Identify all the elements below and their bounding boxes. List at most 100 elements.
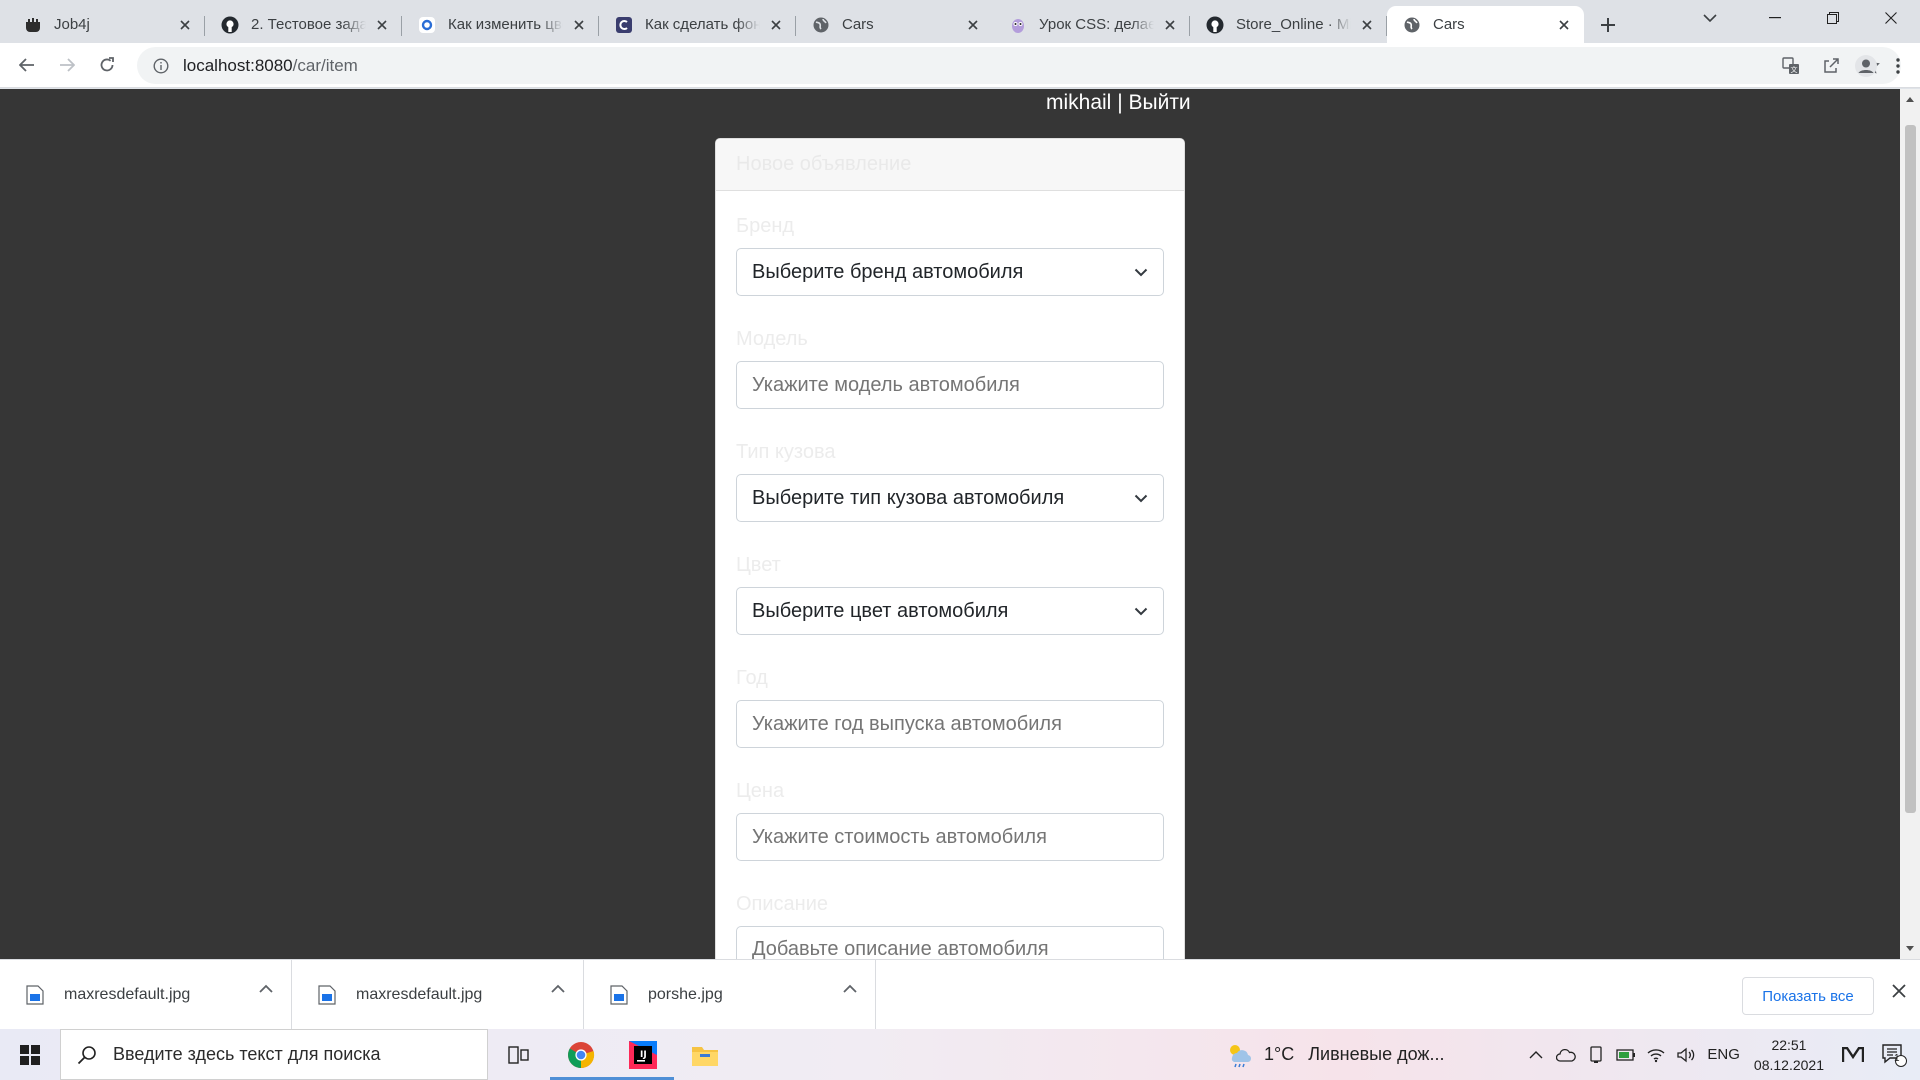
chevron-up-icon[interactable] [259, 984, 273, 994]
tab-cars[interactable]: Cars [796, 6, 993, 43]
url-text: localhost:8080/car/item [183, 56, 358, 76]
model-placeholder: Укажите модель автомобиля [752, 373, 1020, 396]
tab-title: Как сделать фон [645, 16, 760, 33]
taskbar-file-explorer[interactable] [674, 1029, 736, 1080]
device-button[interactable] [1581, 1029, 1611, 1080]
forward-button[interactable] [47, 47, 87, 83]
description-textarea[interactable]: Добавьте описание автомобиля [736, 926, 1164, 959]
action-center-button[interactable]: 1 [1868, 1029, 1920, 1080]
tab-github-test[interactable]: 2. Тестовое задание [205, 6, 402, 43]
tab-job4j[interactable]: Job4j [8, 6, 205, 43]
close-window-button[interactable] [1862, 0, 1920, 36]
profile-button[interactable] [1848, 48, 1884, 84]
weather-temp: 1°C [1264, 1044, 1295, 1064]
color-select[interactable]: Выберите цвет автомобиля [736, 587, 1164, 635]
close-icon[interactable] [1357, 15, 1377, 35]
scrollbar-thumb[interactable] [1905, 125, 1916, 813]
tray-overflow-button[interactable] [1521, 1029, 1551, 1080]
tab-store-online[interactable]: Store_Online · Mi [1190, 6, 1387, 43]
username: mikhail [1046, 91, 1112, 114]
scroll-up-icon[interactable] [1905, 95, 1915, 103]
tab-kak-sdelat[interactable]: Как сделать фон [599, 6, 796, 43]
chevron-up-icon[interactable] [551, 984, 565, 994]
close-icon[interactable] [963, 15, 983, 35]
chevron-down-icon [1134, 494, 1148, 503]
chevron-up-icon[interactable] [843, 984, 857, 994]
weather-text: Ливневые дож... [1308, 1044, 1445, 1064]
reload-button[interactable] [87, 47, 127, 83]
c-icon [615, 16, 633, 34]
close-icon[interactable] [1892, 984, 1906, 998]
user-bar: mikhail | Выйти [1046, 91, 1191, 115]
language-indicator[interactable]: ENG [1707, 1046, 1740, 1063]
rain-cloud-icon [1230, 1044, 1252, 1067]
clock[interactable]: 22:51 08.12.2021 [1754, 1035, 1824, 1075]
close-icon[interactable] [569, 15, 589, 35]
volume-button[interactable] [1671, 1029, 1701, 1080]
year-placeholder: Укажите год выпуска автомобиля [752, 712, 1062, 735]
svg-text:IJ: IJ [640, 1050, 647, 1060]
show-all-downloads-button[interactable]: Показать все [1742, 977, 1874, 1015]
brand-select[interactable]: Выберите бренд автомобиля [736, 248, 1164, 296]
card-title: Новое объявление [716, 139, 1184, 191]
start-button[interactable] [0, 1029, 60, 1080]
weather-widget[interactable]: 1°C Ливневые дож... [1226, 1029, 1444, 1080]
tab-kak-izmenit[interactable]: Как изменить цвет [402, 6, 599, 43]
body-type-select[interactable]: Выберите тип кузова автомобиля [736, 474, 1164, 522]
year-group: Год Укажите год выпуска автомобиля [736, 665, 1164, 748]
address-bar[interactable]: localhost:8080/car/item 文 [137, 47, 1901, 84]
translate-button[interactable]: 文 [1771, 48, 1811, 84]
close-icon[interactable] [372, 15, 392, 35]
download-item[interactable]: maxresdefault.jpg [292, 959, 584, 1030]
price-input[interactable]: Укажите стоимость автомобиля [736, 813, 1164, 861]
minimize-button[interactable] [1746, 0, 1804, 36]
globe-icon [1403, 16, 1421, 34]
arrow-right-icon [60, 58, 75, 72]
close-icon [1885, 12, 1897, 24]
download-filename: maxresdefault.jpg [64, 985, 191, 1003]
scroll-down-icon[interactable] [1905, 945, 1915, 953]
taskbar-intellij[interactable]: IJ [612, 1029, 674, 1080]
network-button[interactable] [1641, 1029, 1671, 1080]
github-icon [221, 16, 239, 34]
share-icon [1824, 57, 1839, 73]
new-tab-button[interactable] [1588, 6, 1628, 43]
share-button[interactable] [1811, 48, 1851, 84]
description-placeholder: Добавьте описание автомобиля [752, 938, 1049, 959]
github-icon [1206, 16, 1224, 34]
back-button[interactable] [7, 47, 47, 83]
tab-urok-css[interactable]: Урок CSS: делаем [993, 6, 1190, 43]
menu-button[interactable] [1884, 48, 1912, 84]
brand-label: Бренд [736, 215, 795, 237]
taskbar-search-placeholder: Введите здесь текст для поиска [113, 1044, 381, 1064]
body-type-label: Тип кузова [736, 441, 836, 463]
onedrive-button[interactable] [1551, 1029, 1581, 1080]
task-view-button[interactable] [488, 1029, 550, 1080]
taskbar-chrome[interactable] [550, 1029, 612, 1080]
chrome-icon [568, 1041, 595, 1068]
taskbar-app-button[interactable] [1838, 1029, 1868, 1080]
model-input[interactable]: Укажите модель автомобиля [736, 361, 1164, 409]
battery-button[interactable] [1611, 1029, 1641, 1080]
clock-time: 22:51 [1771, 1036, 1807, 1053]
info-icon[interactable] [143, 48, 179, 84]
taskbar-search-box[interactable]: Введите здесь текст для поиска [60, 1029, 488, 1080]
speaker-icon [1677, 1047, 1695, 1062]
close-icon[interactable] [1160, 15, 1180, 35]
page-scrollbar[interactable] [1900, 89, 1920, 959]
download-item[interactable]: porshe.jpg [584, 959, 876, 1030]
window-controls [1746, 0, 1920, 36]
more-vert-icon [1896, 57, 1900, 74]
close-icon[interactable] [175, 15, 195, 35]
close-icon[interactable] [1554, 15, 1574, 35]
tab-search-button[interactable] [1686, 0, 1734, 36]
download-item[interactable]: maxresdefault.jpg [0, 959, 292, 1030]
tab-cars-active[interactable]: Cars [1387, 6, 1584, 43]
year-input[interactable]: Укажите год выпуска автомобиля [736, 700, 1164, 748]
cloud-icon [1556, 1048, 1577, 1062]
logout-link[interactable]: Выйти [1128, 91, 1190, 114]
restore-button[interactable] [1804, 0, 1862, 36]
model-group: Модель Укажите модель автомобиля [736, 326, 1164, 409]
close-icon[interactable] [766, 15, 786, 35]
image-file-icon [318, 984, 336, 1005]
